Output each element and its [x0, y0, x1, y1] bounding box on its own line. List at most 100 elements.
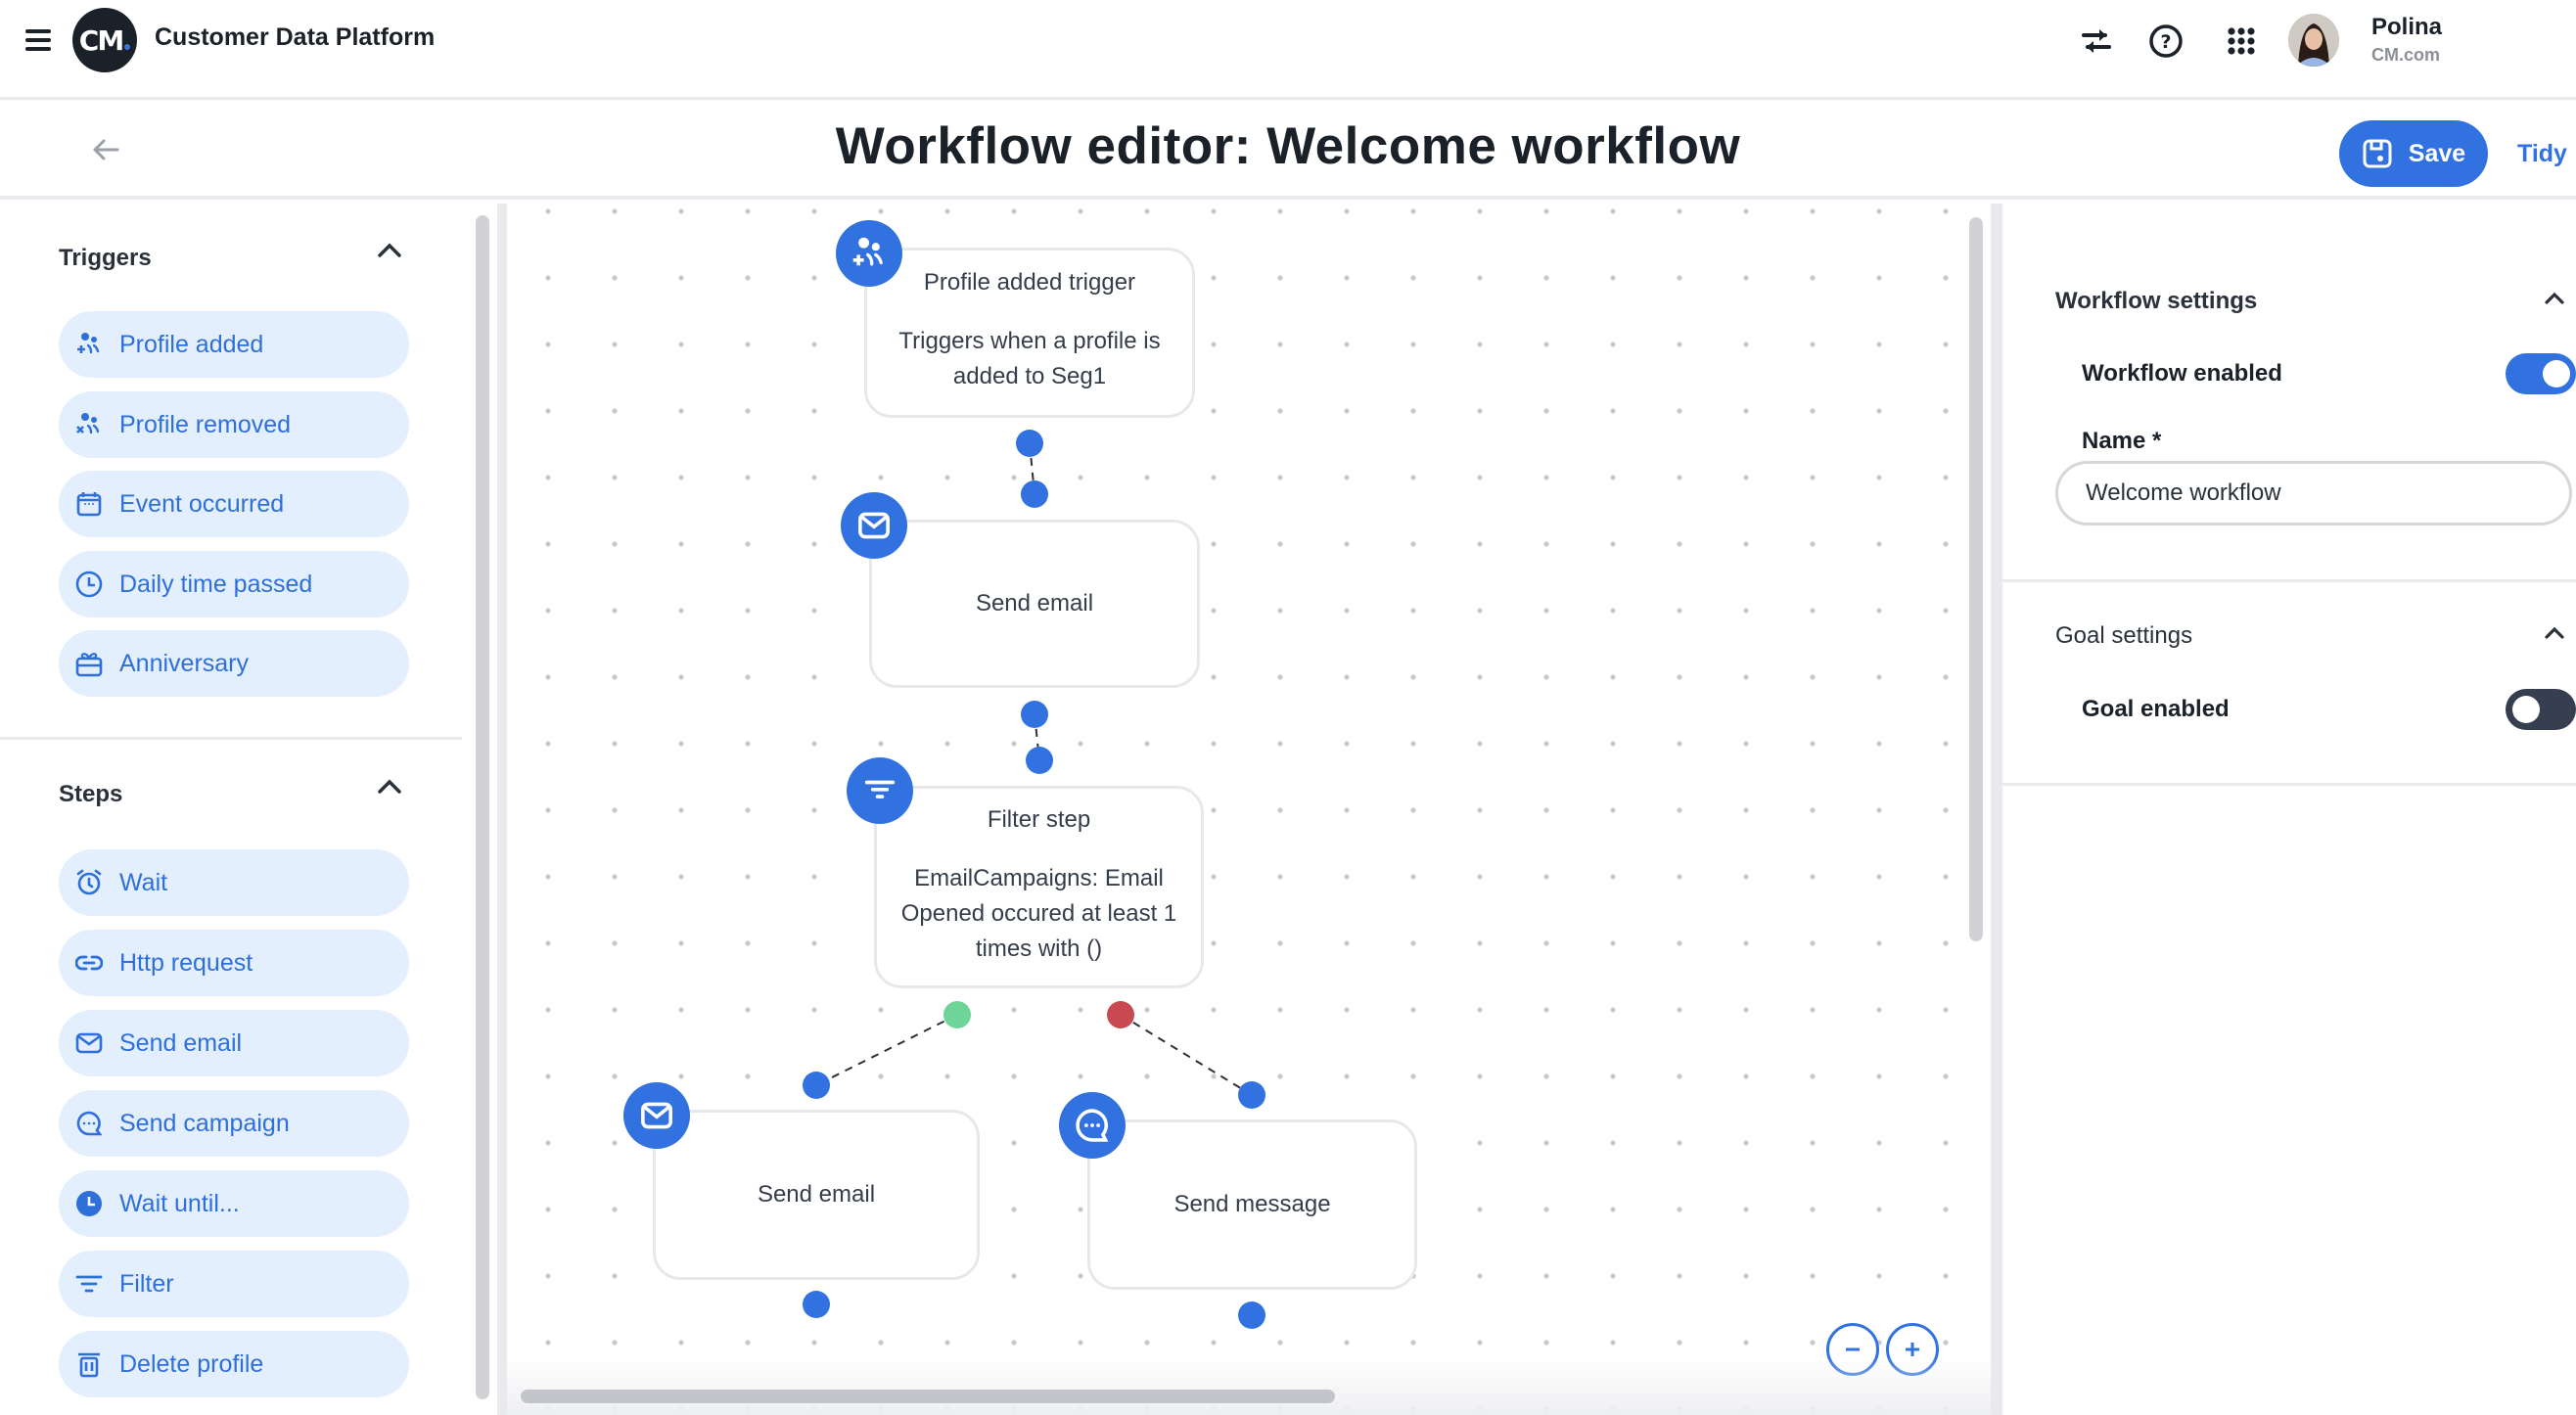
chat-bubble-icon — [74, 1109, 104, 1138]
plus-icon — [1906, 1343, 1919, 1356]
workflow-node-trigger[interactable]: Profile added trigger Triggers when a pr… — [864, 248, 1195, 418]
input-port[interactable] — [1238, 1081, 1265, 1109]
pill-label: Profile removed — [119, 410, 292, 438]
app-title: Customer Data Platform — [155, 23, 436, 51]
output-port[interactable] — [1238, 1301, 1265, 1329]
canvas-vertical-scrollbar[interactable] — [1969, 217, 1983, 941]
link-icon — [74, 948, 104, 978]
output-port[interactable] — [1021, 701, 1048, 728]
envelope-icon — [623, 1082, 690, 1149]
workflow-node-send-email[interactable]: Send email — [653, 1110, 980, 1280]
envelope-icon — [74, 1028, 104, 1058]
pill-label: Delete profile — [119, 1349, 264, 1378]
trigger-daily-time-passed[interactable]: Daily time passed — [59, 551, 409, 617]
workflow-enabled-toggle[interactable] — [2506, 353, 2576, 394]
zoom-out-button[interactable] — [1826, 1323, 1879, 1376]
node-title: Send email — [757, 1181, 876, 1208]
triggers-heading: Triggers — [59, 245, 152, 271]
workflow-canvas[interactable]: Profile added trigger Triggers when a pr… — [507, 204, 1991, 1415]
save-label: Save — [2408, 139, 2466, 167]
user-org: CM.com — [2371, 45, 2441, 65]
step-wait[interactable]: Wait — [59, 849, 409, 916]
svg-text:?: ? — [2160, 31, 2171, 53]
chat-bubble-icon — [1059, 1092, 1126, 1159]
profile-added-icon — [836, 220, 902, 287]
canvas-fade — [507, 1356, 1991, 1415]
workflow-settings-heading: Workflow settings — [2055, 288, 2258, 314]
cm-logo[interactable]: CM — [72, 8, 137, 72]
left-panel-scrollbar[interactable] — [476, 215, 489, 1399]
clock-icon — [74, 570, 104, 599]
filter-icon — [847, 757, 913, 824]
step-send-email[interactable]: Send email — [59, 1010, 409, 1076]
pill-label: Profile added — [119, 330, 264, 358]
apps-grid-icon[interactable] — [2222, 22, 2261, 61]
chevron-up-icon[interactable] — [2543, 290, 2566, 307]
trigger-event-occurred[interactable]: Event occurred — [59, 471, 409, 537]
canvas-horizontal-scrollbar[interactable] — [521, 1390, 1335, 1403]
node-description: Triggers when a profile is added to Seg1 — [898, 328, 1161, 389]
node-title: Filter step — [987, 805, 1091, 833]
alarm-clock-icon — [74, 868, 104, 897]
editor-titlebar: Workflow editor: Welcome workflow Save T… — [0, 103, 2576, 200]
input-port[interactable] — [803, 1072, 830, 1099]
goal-enabled-label: Goal enabled — [2082, 696, 2230, 722]
input-port[interactable] — [1021, 480, 1048, 508]
input-port[interactable] — [1026, 747, 1053, 774]
step-wait-until[interactable]: Wait until... — [59, 1170, 409, 1237]
app-header: CM Customer Data Platform ? Polina CM.co… — [0, 0, 2576, 100]
minus-icon — [1846, 1347, 1860, 1351]
node-title: Profile added trigger — [923, 269, 1136, 296]
profile-removed-icon — [74, 410, 104, 439]
pill-label: Filter — [119, 1269, 174, 1298]
workflow-node-send-email[interactable]: Send email — [869, 520, 1200, 688]
pill-label: Anniversary — [119, 649, 249, 677]
panel-border — [497, 204, 507, 1415]
step-filter[interactable]: Filter — [59, 1251, 409, 1317]
zoom-in-button[interactable] — [1886, 1323, 1939, 1376]
chevron-up-icon[interactable] — [2543, 624, 2566, 642]
swap-arrows-icon[interactable] — [2077, 22, 2116, 61]
trigger-anniversary[interactable]: Anniversary — [59, 630, 409, 697]
tidy-button[interactable]: Tidy — [2517, 140, 2567, 168]
workflow-node-send-message[interactable]: Send message — [1087, 1119, 1417, 1290]
step-delete-profile[interactable]: Delete profile — [59, 1331, 409, 1397]
components-panel: Triggers Profile added Profile removed E… — [0, 204, 497, 1415]
user-name: Polina — [2371, 14, 2443, 40]
profile-added-icon — [74, 330, 104, 359]
name-label: Name * — [2082, 428, 2162, 454]
user-avatar[interactable] — [2288, 14, 2339, 67]
edge-filter-to-email2 — [815, 1014, 958, 1086]
false-branch-port[interactable] — [1107, 1001, 1134, 1028]
menu-icon[interactable] — [25, 27, 51, 51]
workflow-name-input[interactable] — [2055, 461, 2572, 525]
chevron-up-icon[interactable] — [376, 241, 403, 260]
help-icon[interactable]: ? — [2146, 22, 2185, 61]
output-port[interactable] — [1016, 430, 1043, 457]
trigger-profile-removed[interactable]: Profile removed — [59, 391, 409, 458]
output-port[interactable] — [803, 1291, 830, 1318]
pill-label: Http request — [119, 948, 253, 977]
calendar-icon — [74, 489, 104, 519]
pill-label: Event occurred — [119, 489, 285, 518]
save-button[interactable]: Save — [2339, 120, 2488, 187]
pill-label: Send email — [119, 1028, 243, 1057]
section-divider — [2002, 579, 2576, 582]
step-http-request[interactable]: Http request — [59, 930, 409, 996]
workflow-node-filter[interactable]: Filter step EmailCampaigns: Email Opened… — [874, 786, 1204, 988]
section-divider — [2002, 783, 2576, 786]
section-divider — [0, 737, 462, 740]
goal-enabled-toggle[interactable] — [2506, 689, 2576, 730]
node-title: Send email — [975, 590, 1094, 616]
pill-label: Wait — [119, 868, 168, 896]
trash-icon — [74, 1349, 104, 1379]
trigger-profile-added[interactable]: Profile added — [59, 311, 409, 378]
pill-label: Wait until... — [119, 1189, 240, 1217]
true-branch-port[interactable] — [943, 1001, 971, 1028]
step-send-campaign[interactable]: Send campaign — [59, 1090, 409, 1157]
pill-label: Send campaign — [119, 1109, 290, 1137]
node-title: Send message — [1173, 1191, 1331, 1217]
steps-heading: Steps — [59, 781, 123, 807]
node-description: EmailCampaigns: Email Opened occured at … — [900, 864, 1177, 962]
chevron-up-icon[interactable] — [376, 777, 403, 797]
